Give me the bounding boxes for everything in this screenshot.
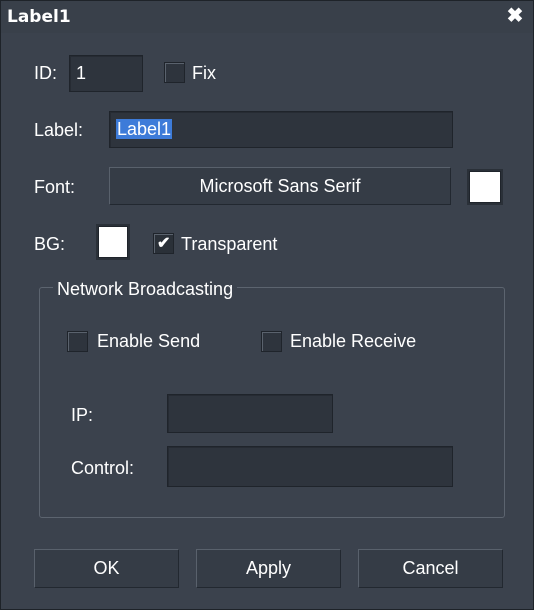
transparent-checkbox[interactable]: ✔ (153, 233, 174, 254)
font-label: Font: (34, 177, 76, 197)
properties-dialog: Label1 ✖ ID: Fix Label: Label1 Font: Mic… (0, 0, 534, 610)
fix-checkbox[interactable] (164, 62, 185, 83)
bg-label: BG: (34, 234, 66, 254)
id-label: ID: (34, 63, 58, 83)
label-field[interactable]: Label1 (109, 111, 453, 148)
font-color-swatch[interactable] (467, 169, 503, 205)
label-field-text: Label1 (116, 119, 173, 139)
ok-button[interactable]: OK (34, 549, 179, 588)
enable-send-label: Enable Send (97, 331, 201, 351)
label-label: Label: (34, 120, 84, 140)
title-bar[interactable]: Label1 ✖ (1, 1, 533, 33)
fix-label: Fix (192, 63, 216, 83)
font-picker-button[interactable]: Microsoft Sans Serif (109, 167, 451, 205)
cancel-button[interactable]: Cancel (358, 549, 503, 588)
ip-field[interactable] (167, 394, 333, 433)
enable-receive-checkbox[interactable] (261, 331, 282, 352)
enable-receive-label: Enable Receive (290, 331, 417, 351)
enable-send-checkbox[interactable] (67, 331, 88, 352)
id-field[interactable] (69, 55, 143, 92)
control-field[interactable] (167, 446, 453, 487)
checkmark-icon: ✔ (157, 235, 171, 252)
window-title: Label1 (7, 7, 71, 27)
transparent-label: Transparent (181, 234, 278, 254)
bg-color-swatch[interactable] (96, 224, 130, 260)
control-label: Control: (71, 458, 135, 478)
ip-label: IP: (71, 405, 94, 425)
apply-button[interactable]: Apply (196, 549, 341, 588)
close-icon[interactable]: ✖ (505, 6, 525, 26)
network-broadcasting-title: Network Broadcasting (53, 278, 238, 300)
